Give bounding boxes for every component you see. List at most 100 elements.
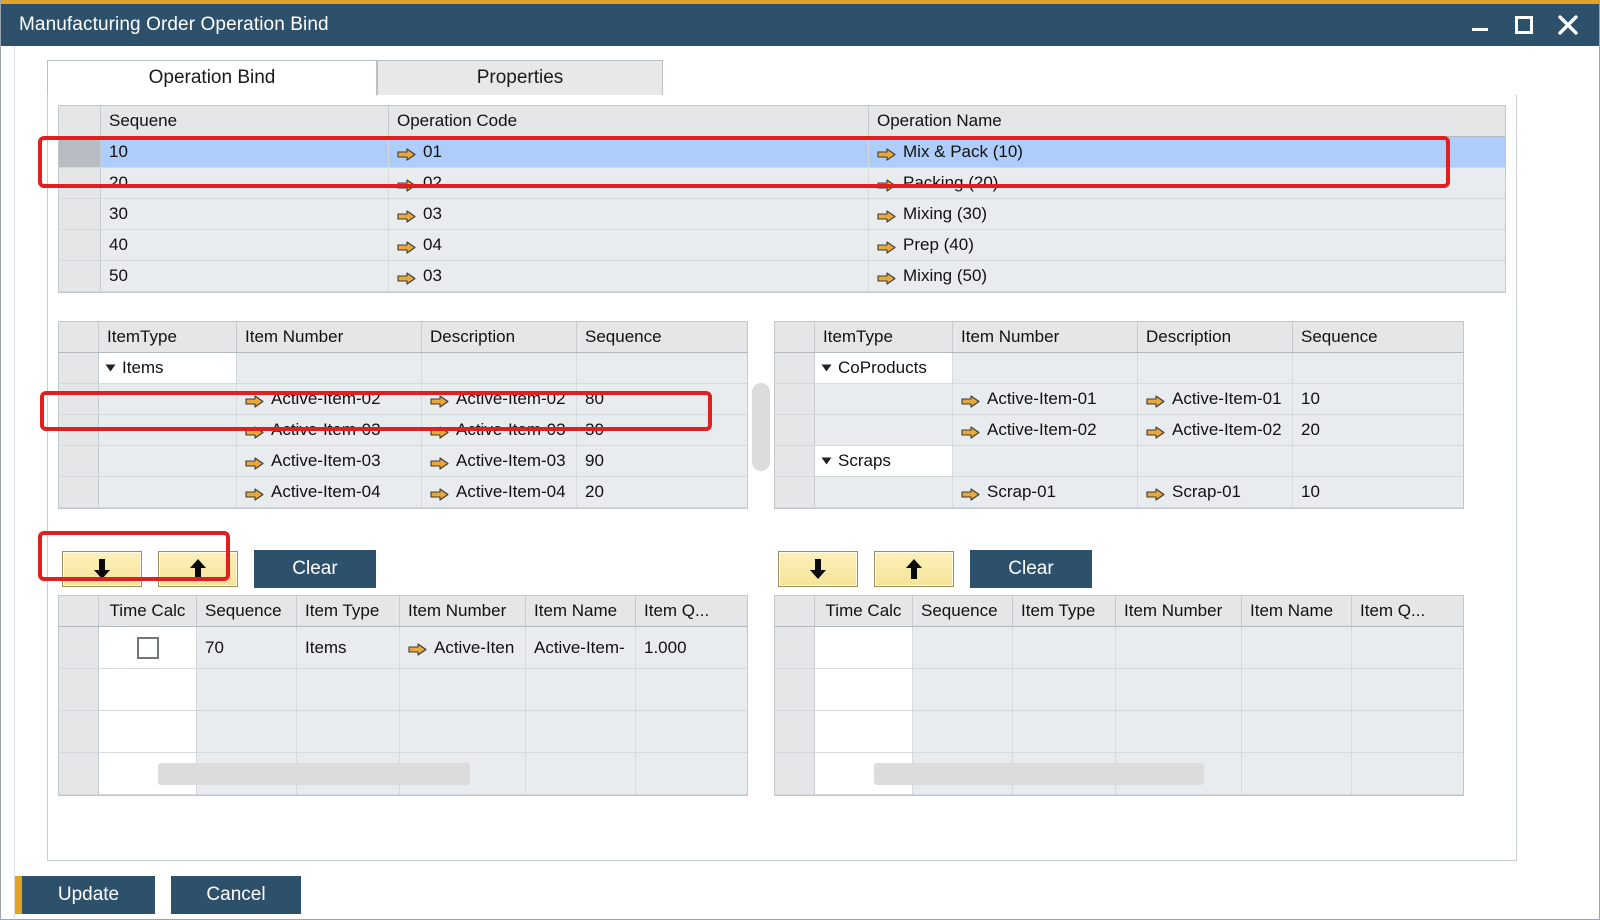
row-selector[interactable] xyxy=(59,711,99,753)
operations-col-sequene[interactable]: Sequene xyxy=(101,106,389,136)
table-row[interactable]: 20 02 Packing (20) xyxy=(59,168,1505,199)
cell-group-scraps[interactable]: Scraps xyxy=(815,446,953,477)
clear-left-button[interactable]: Clear xyxy=(254,550,376,588)
list-item[interactable]: Scrap-01 Scrap-01 10 xyxy=(775,477,1463,508)
cell-time-calc[interactable] xyxy=(99,669,197,711)
list-item[interactable]: Items xyxy=(59,353,747,384)
row-selector[interactable] xyxy=(59,446,99,477)
operations-col-operation-code[interactable]: Operation Code xyxy=(389,106,869,136)
maximize-icon[interactable] xyxy=(1513,14,1535,36)
coproducts-col-description[interactable]: Description xyxy=(1138,322,1293,352)
table-row[interactable]: 70 Items Active-Iten Active-Item- 1.000 xyxy=(59,627,747,669)
row-selector[interactable] xyxy=(775,477,815,508)
cell-time-calc[interactable] xyxy=(99,711,197,753)
items-col-description[interactable]: Description xyxy=(422,322,577,352)
row-selector[interactable] xyxy=(59,477,99,508)
table-row[interactable]: 40 04 Prep (40) xyxy=(59,230,1505,261)
row-selector[interactable] xyxy=(59,230,101,261)
bound-right-col-sequence[interactable]: Sequence xyxy=(913,596,1013,626)
table-row[interactable] xyxy=(775,669,1463,711)
row-selector[interactable] xyxy=(775,627,815,669)
bound-right-col-item-name[interactable]: Item Name xyxy=(1242,596,1352,626)
time-calc-checkbox[interactable] xyxy=(137,637,159,659)
bound-right-grid-horizontal-scrollbar[interactable] xyxy=(874,763,1204,785)
table-row[interactable]: 10 01 Mix & Pack (10) xyxy=(59,137,1505,168)
coproducts-col-sequence[interactable]: Sequence xyxy=(1293,322,1463,352)
list-item[interactable]: Active-Item-02 Active-Item-02 80 xyxy=(59,384,747,415)
bound-left-col-item-name[interactable]: Item Name xyxy=(526,596,636,626)
items-col-itemtype[interactable]: ItemType xyxy=(99,322,237,352)
chevron-down-icon[interactable] xyxy=(822,458,832,465)
items-grid-vertical-scrollbar[interactable] xyxy=(752,383,770,471)
table-row[interactable] xyxy=(775,627,1463,669)
chevron-down-icon[interactable] xyxy=(106,365,116,372)
table-row[interactable]: 30 03 Mixing (30) xyxy=(59,199,1505,230)
row-selector[interactable] xyxy=(775,415,815,446)
items-col-sequence[interactable]: Sequence xyxy=(577,322,747,352)
row-selector[interactable] xyxy=(775,384,815,415)
row-selector[interactable] xyxy=(59,753,99,795)
row-selector[interactable] xyxy=(59,669,99,711)
bound-left-col-item-number[interactable]: Item Number xyxy=(400,596,526,626)
row-selector[interactable] xyxy=(775,353,815,384)
row-selector[interactable] xyxy=(59,168,101,199)
list-item[interactable]: Active-Item-03 Active-Item-03 90 xyxy=(59,446,747,477)
items-col-item-number[interactable]: Item Number xyxy=(237,322,422,352)
row-selector[interactable] xyxy=(59,137,101,168)
row-selector[interactable] xyxy=(775,669,815,711)
row-selector[interactable] xyxy=(59,415,99,446)
row-selector[interactable] xyxy=(59,261,101,292)
list-item[interactable]: Scraps xyxy=(775,446,1463,477)
cell-time-calc[interactable] xyxy=(815,711,913,753)
list-item[interactable]: Active-Item-03 Active-Item-03 30 xyxy=(59,415,747,446)
tab-operation-bind-label: Operation Bind xyxy=(149,67,276,89)
chevron-down-icon[interactable] xyxy=(822,365,832,372)
bound-left-col-item-qty[interactable]: Item Q... xyxy=(636,596,747,626)
move-up-button[interactable] xyxy=(158,551,238,587)
cell-time-calc[interactable] xyxy=(815,669,913,711)
minimize-icon[interactable] xyxy=(1469,14,1491,36)
cancel-button[interactable]: Cancel xyxy=(171,876,301,914)
list-item[interactable]: Active-Item-04 Active-Item-04 20 xyxy=(59,477,747,508)
row-selector[interactable] xyxy=(775,446,815,477)
row-selector[interactable] xyxy=(59,353,99,384)
bound-left-grid-horizontal-scrollbar[interactable] xyxy=(158,763,470,785)
update-button[interactable]: Update xyxy=(15,876,155,914)
close-icon[interactable] xyxy=(1557,14,1579,36)
bound-right-col-item-number[interactable]: Item Number xyxy=(1116,596,1242,626)
bound-left-col-sequence[interactable]: Sequence xyxy=(197,596,297,626)
cell-item-number-text: Active-Item-03 xyxy=(271,451,381,471)
cell-group-items[interactable]: Items xyxy=(99,353,237,384)
cell-time-calc[interactable] xyxy=(815,627,913,669)
coproducts-col-itemtype[interactable]: ItemType xyxy=(815,322,953,352)
move-down-button[interactable] xyxy=(62,551,142,587)
row-selector[interactable] xyxy=(59,199,101,230)
link-arrow-icon xyxy=(1146,424,1165,437)
table-row[interactable]: 50 03 Mixing (50) xyxy=(59,261,1505,292)
bound-right-col-item-type[interactable]: Item Type xyxy=(1013,596,1116,626)
list-item[interactable]: Active-Item-01 Active-Item-01 10 xyxy=(775,384,1463,415)
cell-sequence xyxy=(913,669,1013,711)
bound-right-col-item-qty[interactable]: Item Q... xyxy=(1352,596,1463,626)
coproducts-col-item-number[interactable]: Item Number xyxy=(953,322,1138,352)
bound-right-col-time-calc[interactable]: Time Calc xyxy=(815,596,913,626)
row-selector[interactable] xyxy=(775,711,815,753)
table-row[interactable] xyxy=(775,711,1463,753)
row-selector[interactable] xyxy=(775,753,815,795)
bound-left-col-time-calc[interactable]: Time Calc xyxy=(99,596,197,626)
move-up-button[interactable] xyxy=(874,551,954,587)
row-selector[interactable] xyxy=(59,627,99,669)
cell-time-calc[interactable] xyxy=(99,627,197,669)
clear-right-button[interactable]: Clear xyxy=(970,550,1092,588)
tab-operation-bind[interactable]: Operation Bind xyxy=(47,60,377,96)
row-selector[interactable] xyxy=(59,384,99,415)
table-row[interactable] xyxy=(59,669,747,711)
list-item[interactable]: Active-Item-02 Active-Item-02 20 xyxy=(775,415,1463,446)
move-down-button[interactable] xyxy=(778,551,858,587)
cell-group-coproducts[interactable]: CoProducts xyxy=(815,353,953,384)
table-row[interactable] xyxy=(59,711,747,753)
bound-left-col-item-type[interactable]: Item Type xyxy=(297,596,400,626)
tab-properties[interactable]: Properties xyxy=(377,60,663,96)
operations-col-operation-name[interactable]: Operation Name xyxy=(869,106,1505,136)
list-item[interactable]: CoProducts xyxy=(775,353,1463,384)
